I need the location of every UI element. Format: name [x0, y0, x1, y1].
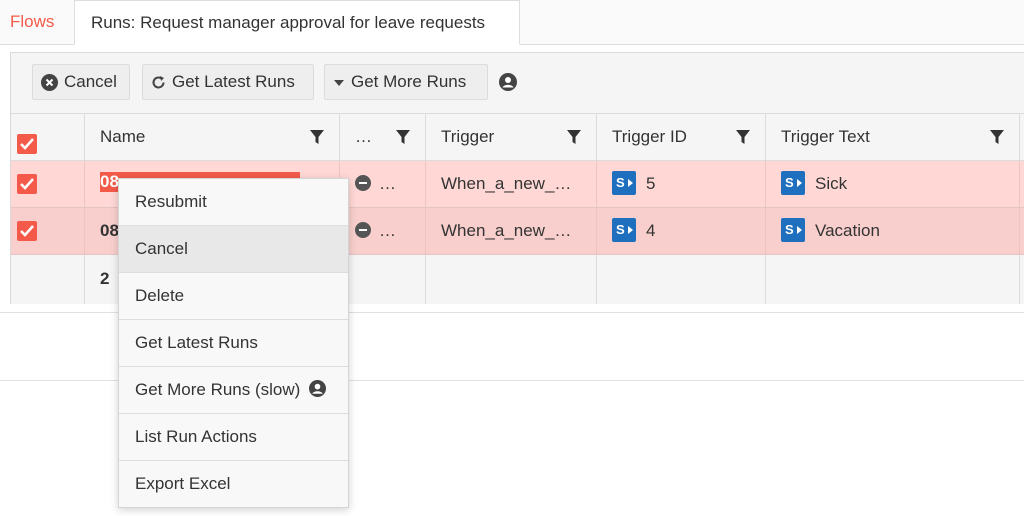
get-more-runs-label: Get More Runs [351, 72, 467, 91]
refresh-icon [152, 76, 165, 89]
sharepoint-icon: S [781, 217, 805, 242]
select-all-checkbox[interactable] [17, 134, 37, 154]
footer-cell [426, 255, 597, 304]
cancelled-status-icon [355, 174, 371, 191]
checkmark-icon [20, 225, 34, 237]
row-checkbox[interactable] [17, 221, 37, 241]
user-circle-icon [309, 380, 327, 398]
tab-bar: Flows Runs: Request manager approval for… [0, 0, 1024, 45]
cell-trigger-text: S Sick [766, 161, 1020, 207]
filter-icon[interactable] [395, 129, 411, 145]
footer-cell [766, 255, 1020, 304]
user-circle-icon [499, 73, 517, 91]
trigger-text: When_a_new_… [441, 221, 572, 240]
get-latest-runs-label: Get Latest Runs [172, 72, 295, 91]
menu-item-export-excel[interactable]: Export Excel [119, 461, 348, 507]
column-header-trigger-id[interactable]: Trigger ID [597, 114, 766, 160]
row-count: 2 [100, 269, 110, 288]
header-select-cell [11, 114, 85, 160]
cell-trigger-id: S5 [597, 161, 766, 207]
checkmark-icon [20, 138, 34, 150]
trigger-id-value: 5 [646, 174, 656, 193]
sharepoint-icon: S [612, 217, 636, 242]
run-name: 08 [100, 221, 119, 240]
checkmark-icon [20, 178, 34, 190]
cancel-button[interactable]: Cancel [32, 64, 130, 100]
status-text: … [379, 174, 396, 193]
column-header-trigger-text[interactable]: Trigger Text [766, 114, 1020, 160]
cancel-button-label: Cancel [64, 72, 117, 91]
tab-runs[interactable]: Runs: Request manager approval for leave… [74, 0, 520, 45]
cancelled-status-icon [355, 221, 371, 238]
sharepoint-icon: S [781, 170, 805, 195]
filter-icon[interactable] [735, 129, 751, 145]
menu-item-get-latest-runs[interactable]: Get Latest Runs [119, 320, 348, 367]
trigger-id-value: 4 [646, 221, 656, 240]
trigger-text-value: Vacation [815, 221, 880, 240]
cell-trigger-id: S4 [597, 208, 766, 254]
footer-cell [597, 255, 766, 304]
context-menu: Resubmit Cancel Delete Get Latest Runs G… [118, 178, 349, 508]
grid-toolbar: Cancel Get Latest Runs Get More Runs [11, 53, 1024, 113]
caret-down-icon [334, 79, 344, 86]
footer-cell [11, 255, 85, 304]
menu-item-delete[interactable]: Delete [119, 273, 348, 320]
column-header-status[interactable]: … [340, 114, 426, 160]
filter-icon[interactable] [989, 129, 1005, 145]
row-select-cell [11, 161, 85, 207]
trigger-text: When_a_new_… [441, 174, 572, 193]
filter-icon[interactable] [566, 129, 582, 145]
menu-item-get-more-runs-slow[interactable]: Get More Runs (slow) [119, 367, 348, 414]
menu-item-list-run-actions[interactable]: List Run Actions [119, 414, 348, 461]
column-header-trigger-label: Trigger [441, 127, 495, 146]
grid-header-row: Name … Trigger Trigger ID Trigger Text [11, 113, 1024, 161]
cell-trigger-text: S Vacation [766, 208, 1020, 254]
close-circle-icon [41, 74, 58, 92]
cell-trigger: When_a_new_… [426, 161, 597, 207]
status-text: … [379, 221, 396, 240]
trigger-text-value: Sick [815, 174, 848, 193]
column-header-trigger-text-label: Trigger Text [781, 127, 870, 146]
tab-flows[interactable]: Flows [0, 0, 74, 44]
column-header-trigger[interactable]: Trigger [426, 114, 597, 160]
menu-item-resubmit[interactable]: Resubmit [119, 179, 348, 226]
column-header-name[interactable]: Name [85, 114, 340, 160]
get-more-runs-button[interactable]: Get More Runs [324, 64, 488, 100]
menu-item-get-more-runs-slow-label: Get More Runs (slow) [135, 380, 301, 399]
cell-trigger: When_a_new_… [426, 208, 597, 254]
column-header-name-label: Name [100, 127, 146, 146]
footer-cell [340, 255, 426, 304]
column-header-trigger-id-label: Trigger ID [612, 127, 687, 146]
column-header-status-label: … [355, 127, 372, 146]
filter-icon[interactable] [309, 129, 325, 145]
menu-item-cancel[interactable]: Cancel [119, 226, 348, 273]
cell-status: … [340, 208, 426, 254]
row-select-cell [11, 208, 85, 254]
row-checkbox[interactable] [17, 174, 37, 194]
get-latest-runs-button[interactable]: Get Latest Runs [142, 64, 314, 100]
sharepoint-icon: S [612, 170, 636, 195]
cell-status: … [340, 161, 426, 207]
